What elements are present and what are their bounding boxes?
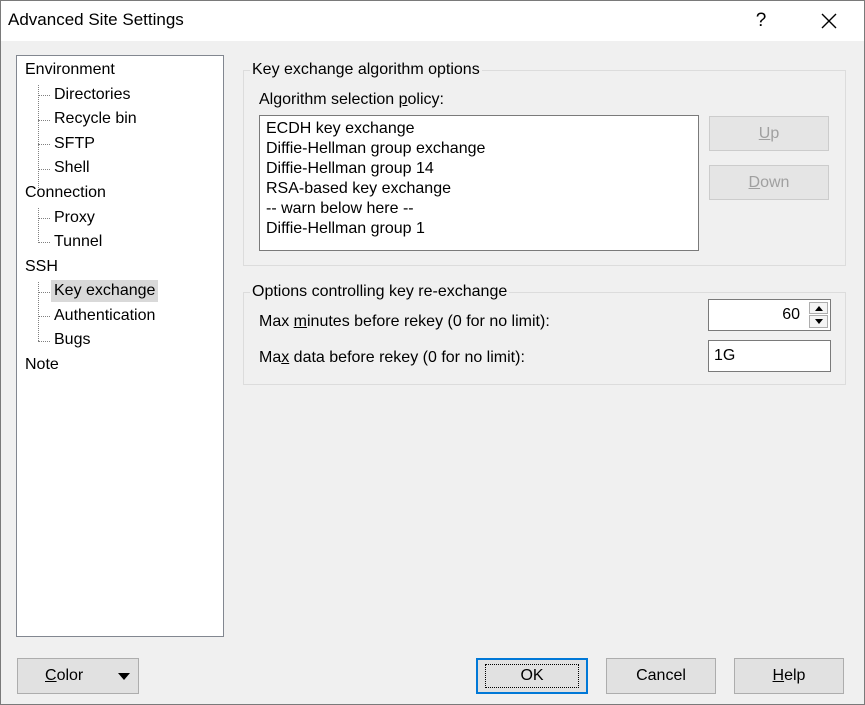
tree-connector (38, 218, 50, 219)
kex-options-group-title: Key exchange algorithm options (250, 61, 482, 79)
settings-tree[interactable]: Environment Directories Recycle bin SFTP… (16, 55, 224, 637)
tree-connector (38, 242, 50, 243)
max-data-value: 1G (714, 347, 736, 364)
tree-item-connection[interactable]: Connection (22, 182, 109, 204)
move-down-button[interactable]: Down (709, 165, 829, 200)
tree-connector (38, 282, 39, 341)
algorithm-policy-list[interactable]: ECDH key exchange Diffie-Hellman group e… (259, 115, 699, 251)
tree-connector (38, 85, 39, 188)
max-minutes-spinner[interactable]: 60 (708, 299, 831, 331)
help-title-button[interactable]: ? (739, 1, 783, 41)
tree-item-ssh[interactable]: SSH (22, 256, 61, 278)
spin-down-button[interactable] (809, 315, 828, 328)
tree-item-bugs[interactable]: Bugs (51, 329, 93, 351)
close-button[interactable] (806, 1, 852, 41)
close-icon (821, 13, 837, 29)
list-item[interactable]: Diffie-Hellman group 14 (266, 160, 434, 178)
tree-connector (38, 144, 50, 145)
tree-connector (38, 208, 39, 243)
window-title: Advanced Site Settings (8, 10, 184, 29)
tree-item-directories[interactable]: Directories (51, 84, 133, 106)
list-item[interactable]: -- warn below here -- (266, 200, 414, 218)
color-button[interactable]: Color (17, 658, 139, 694)
max-data-field[interactable]: 1G (708, 340, 831, 372)
cancel-button[interactable]: Cancel (606, 658, 716, 694)
help-button[interactable]: Help (734, 658, 844, 694)
policy-label: Algorithm selection policy: (259, 91, 444, 108)
move-up-button[interactable]: Up (709, 116, 829, 151)
tree-item-shell[interactable]: Shell (51, 157, 93, 179)
tree-item-sftp[interactable]: SFTP (51, 133, 98, 155)
tree-connector (38, 95, 50, 96)
list-item[interactable]: Diffie-Hellman group exchange (266, 140, 485, 158)
tree-connector (38, 120, 50, 121)
title-bar: Advanced Site Settings ? (1, 1, 864, 41)
advanced-site-settings-dialog: Advanced Site Settings ? Environment Dir… (0, 0, 865, 705)
tree-connector (38, 316, 50, 317)
tree-item-key-exchange[interactable]: Key exchange (51, 280, 159, 302)
rekey-options-group-title: Options controlling key re-exchange (250, 283, 510, 301)
tree-connector (38, 341, 50, 342)
cancel-button-label: Cancel (636, 667, 686, 684)
max-minutes-value: 60 (782, 306, 800, 323)
tree-connector (38, 169, 50, 170)
triangle-up-icon (814, 305, 823, 311)
tree-connector (38, 292, 50, 293)
tree-item-recycle-bin[interactable]: Recycle bin (51, 108, 140, 130)
tree-item-tunnel[interactable]: Tunnel (51, 231, 105, 253)
spin-up-button[interactable] (809, 302, 828, 314)
list-item[interactable]: RSA-based key exchange (266, 180, 451, 198)
list-item[interactable]: Diffie-Hellman group 1 (266, 220, 425, 238)
list-item[interactable]: ECDH key exchange (266, 120, 415, 138)
ok-button[interactable]: OK (476, 658, 588, 694)
max-minutes-label: Max minutes before rekey (0 for no limit… (259, 313, 550, 330)
tree-item-note[interactable]: Note (22, 354, 62, 376)
tree-item-environment[interactable]: Environment (22, 59, 118, 81)
max-data-label: Max data before rekey (0 for no limit): (259, 349, 525, 366)
tree-item-authentication[interactable]: Authentication (51, 305, 158, 327)
triangle-down-icon (814, 319, 823, 324)
tree-item-proxy[interactable]: Proxy (51, 207, 98, 229)
dropdown-arrow-icon (118, 673, 130, 680)
ok-button-label: OK (485, 664, 579, 688)
question-icon: ? (755, 10, 767, 31)
